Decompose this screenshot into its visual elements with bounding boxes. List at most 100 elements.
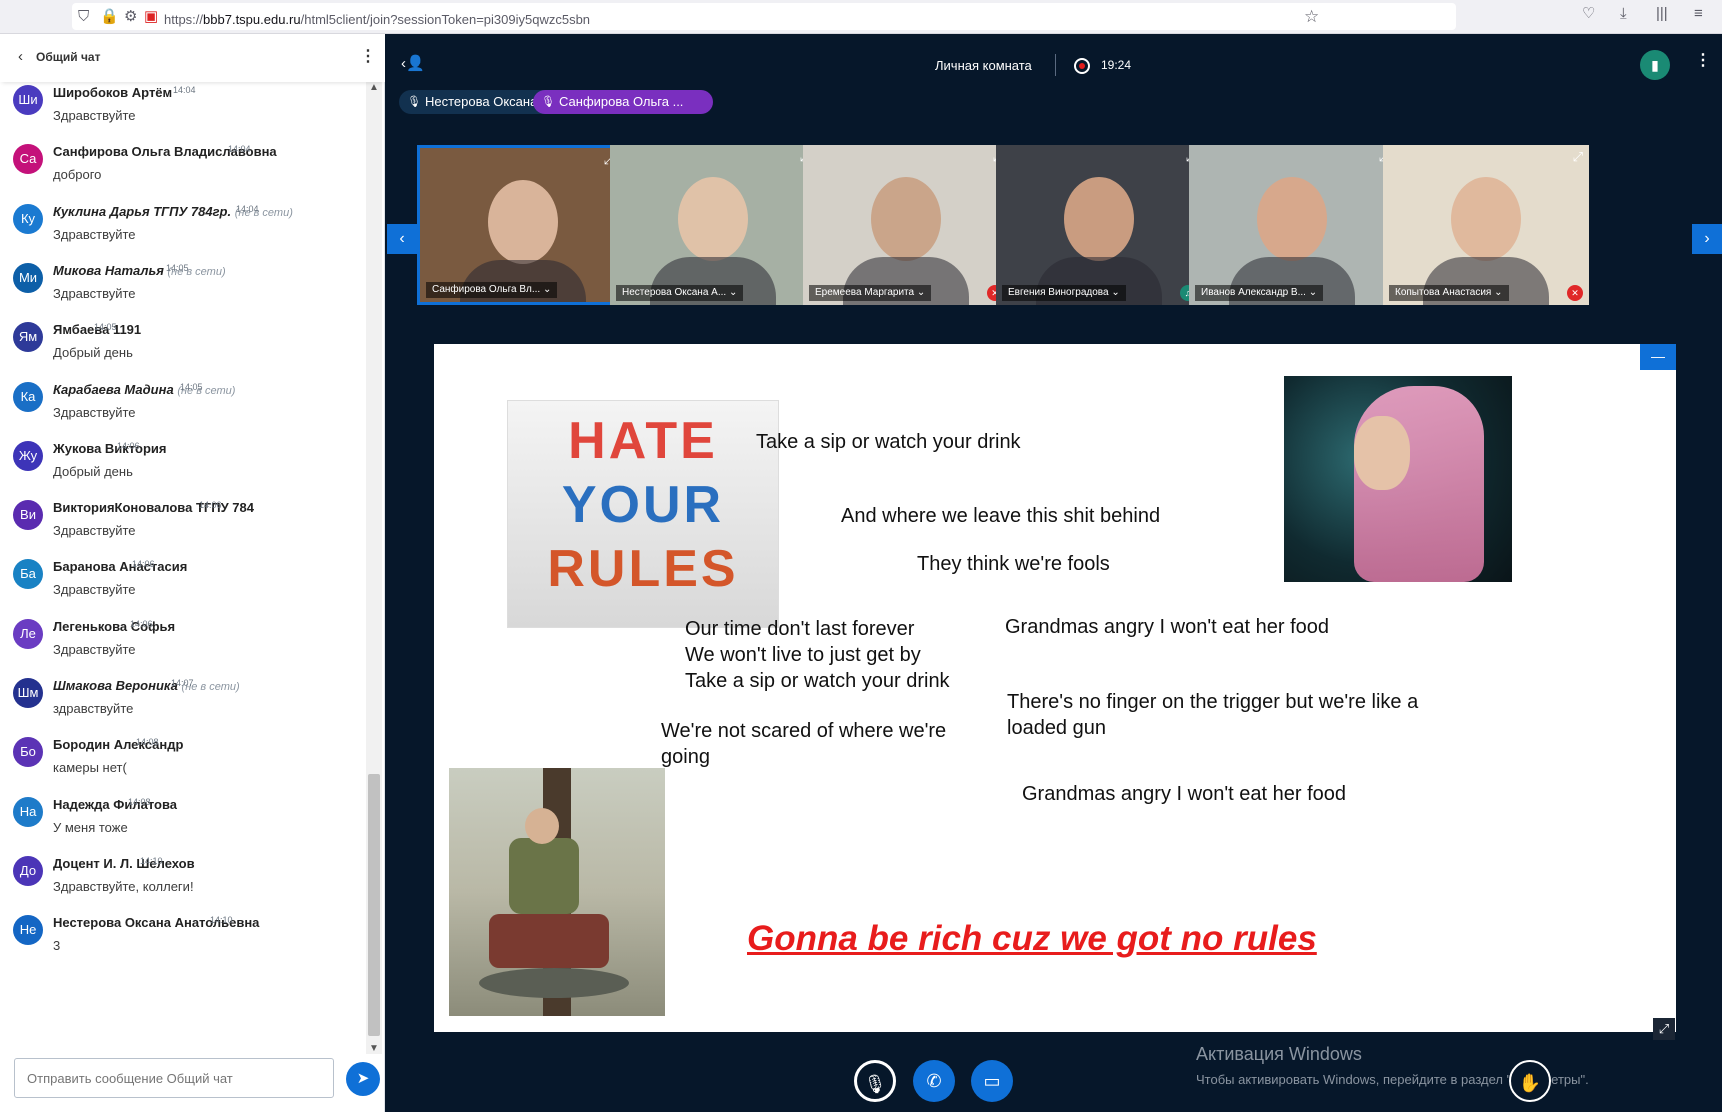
message-time: 14:04 — [173, 85, 196, 95]
video-tile[interactable]: ⤢Иванов Александр В... ⌄ — [1189, 145, 1395, 305]
raise-hand-button[interactable]: ✋ — [1509, 1060, 1551, 1102]
elf-warrior-image — [449, 768, 665, 1016]
chat-message-input[interactable] — [14, 1058, 334, 1098]
muted-icon: ✕ — [1567, 285, 1583, 301]
url-path: /html5client/join?sessionToken=pi309iy5q… — [300, 12, 591, 27]
hate-your-rules-image: HATE YOUR RULES — [507, 400, 779, 628]
message-time: 14:05 — [180, 381, 203, 392]
avatar[interactable]: Жу — [13, 440, 43, 471]
user-list-toggle-icon[interactable]: ‹👤 — [401, 54, 425, 72]
video-tile[interactable]: ⤢Еремеева Маргарита ⌄✕ — [803, 145, 1009, 305]
message-author: Легенькова Софья — [53, 619, 175, 634]
expand-video-icon[interactable]: ⤢ — [1573, 149, 1583, 165]
participant-name-text: Евгения Виноградова — [1008, 287, 1109, 298]
participant-name[interactable]: Еремеева Маргарита ⌄ — [809, 285, 932, 301]
participant-name[interactable]: Санфирова Ольга Вл... ⌄ — [426, 282, 558, 298]
chat-options-icon[interactable]: ⋮ — [360, 46, 376, 66]
recording-timer: 19:24 — [1101, 58, 1132, 72]
mute-microphone-button[interactable]: 🎙 — [854, 1060, 896, 1102]
avatar[interactable]: Ши — [13, 85, 43, 115]
video-tile[interactable]: ⤢ Санфирова Ольга Вл... ⌄ — [417, 145, 623, 305]
recording-icon[interactable] — [1074, 58, 1090, 74]
avatar[interactable]: Ми — [13, 262, 43, 293]
participant-name-text: Еремеева Маргарита — [815, 287, 915, 298]
video-tile[interactable]: ⤢ Копытова Анастасия ⌄ ✕ — [1383, 145, 1589, 305]
author-name: Микова Наталья — [53, 262, 164, 278]
scroll-up-icon[interactable]: ▲ — [369, 82, 379, 93]
menu-icon[interactable]: ≡ — [1694, 6, 1703, 22]
leave-audio-button[interactable]: ✆ — [913, 1060, 955, 1102]
avatar[interactable]: Ба — [13, 559, 43, 590]
share-webcam-button[interactable]: ▭ — [971, 1060, 1013, 1102]
bookmark-star-icon[interactable]: ☆ — [1304, 8, 1319, 25]
shield-icon[interactable]: ⛉ — [78, 9, 89, 25]
avatar[interactable]: Не — [13, 915, 43, 946]
chat-message: Не Нестерова Оксана Анатольевна 14:10 3 — [0, 910, 366, 972]
windows-activation-title: Активация Windows — [1196, 1044, 1362, 1064]
chat-title[interactable]: Общий чат — [36, 50, 100, 64]
lyric-line: Our time don't last forever — [685, 618, 915, 640]
library-icon[interactable]: ||| — [1656, 6, 1668, 22]
participant-name-text: Иванов Александр В... — [1201, 287, 1306, 298]
chat-scrollbar[interactable]: ▲ ▼ — [366, 82, 382, 1054]
download-icon[interactable]: ⤓ — [1620, 6, 1627, 22]
scroll-down-icon[interactable]: ▼ — [369, 1043, 379, 1054]
url-text[interactable]: https://bbb7.tspu.edu.ru/html5client/joi… — [164, 12, 590, 27]
avatar[interactable]: На — [13, 796, 43, 827]
scrollbar-thumb[interactable] — [368, 774, 380, 1036]
lyric-line: loaded gun — [1007, 717, 1106, 739]
message-author: Доцент И. Л. Шелехов — [53, 856, 195, 871]
message-text: Добрый день — [53, 345, 133, 361]
avatar[interactable]: Ку — [13, 203, 43, 234]
minimize-presentation-button[interactable]: — — [1640, 344, 1676, 370]
previous-videos-button[interactable]: ‹ — [387, 224, 417, 254]
lock-icon[interactable]: 🔒 — [100, 9, 119, 25]
video-tile[interactable]: ⤢Евгения Виноградова ⌄♫ — [996, 145, 1202, 305]
avatar[interactable]: До — [13, 855, 43, 886]
avatar[interactable]: Ям — [13, 322, 43, 353]
lyric-line: They think we're fools — [917, 553, 1110, 575]
lyric-line: We're not scared of where we're — [661, 720, 947, 742]
video-tile[interactable]: ⤢Нестерова Оксана А... ⌄ — [610, 145, 816, 305]
pocket-icon[interactable]: ♡ — [1582, 6, 1595, 22]
chevron-left-icon[interactable]: ‹ — [18, 48, 23, 65]
url-protocol: https:// — [164, 12, 204, 27]
participant-face — [1064, 177, 1134, 261]
presentation-slide[interactable]: HATE YOUR RULES Take a sip or watch your… — [434, 344, 1676, 1032]
permissions-icon[interactable]: ⚙ — [124, 9, 137, 25]
camera-sharing-icon[interactable]: ▣ — [144, 9, 158, 25]
avatar[interactable]: Ка — [13, 381, 43, 412]
participant-name[interactable]: Евгения Виноградова ⌄ — [1002, 285, 1126, 301]
message-time: 14:06 — [132, 559, 155, 570]
avatar[interactable]: Бо — [13, 737, 43, 768]
participant-name[interactable]: Копытова Анастасия ⌄ — [1389, 285, 1509, 301]
avatar[interactable]: Шм — [13, 678, 43, 708]
message-text: Здравствуйте — [53, 108, 136, 123]
rock-shape — [479, 968, 629, 998]
avatar[interactable]: Ви — [13, 500, 43, 531]
video-camera-icon: ▭ — [983, 1071, 1001, 1091]
author-name: Широбоков Артём — [53, 85, 173, 100]
participant-name-text: Копытова Анастасия — [1395, 287, 1492, 298]
participant-face — [488, 180, 558, 264]
talking-indicator[interactable]: 🎙 Санфирова Ольга ... — [533, 90, 713, 114]
message-text: Здравствуйте — [53, 285, 136, 301]
send-message-button[interactable]: ➤ — [346, 1062, 380, 1096]
message-author: Бородин Александр — [53, 737, 183, 752]
lyric-line: We won't live to just get by — [685, 644, 921, 666]
lyric-line: There's no finger on the trigger but we'… — [1007, 691, 1419, 713]
avatar[interactable]: Са — [13, 144, 43, 175]
main-options-icon[interactable]: ⋮ — [1695, 50, 1711, 70]
avatar[interactable]: Ле — [13, 618, 43, 649]
address-bar[interactable]: ⛉ 🔒 ⚙ ▣ https://bbb7.tspu.edu.ru/html5cl… — [72, 3, 1456, 30]
lyric-line: And where we leave this shit behind — [841, 505, 1161, 527]
participant-name[interactable]: Нестерова Оксана А... ⌄ — [616, 285, 744, 301]
chat-message: Са Санфирова Ольга Владиславовна 14:04 добр… — [0, 139, 366, 201]
connection-status-button[interactable]: ▮ — [1640, 50, 1670, 80]
microphone-icon: 🎙 — [407, 96, 421, 108]
participant-name[interactable]: Иванов Александр В... ⌄ — [1195, 285, 1324, 301]
next-videos-button[interactable]: › — [1692, 224, 1722, 254]
author-name: Карабаева Мадина — [53, 381, 174, 397]
participant-name-text: Нестерова Оксана А... — [622, 287, 727, 298]
fullscreen-presentation-button[interactable]: ⤢ — [1653, 1018, 1675, 1040]
